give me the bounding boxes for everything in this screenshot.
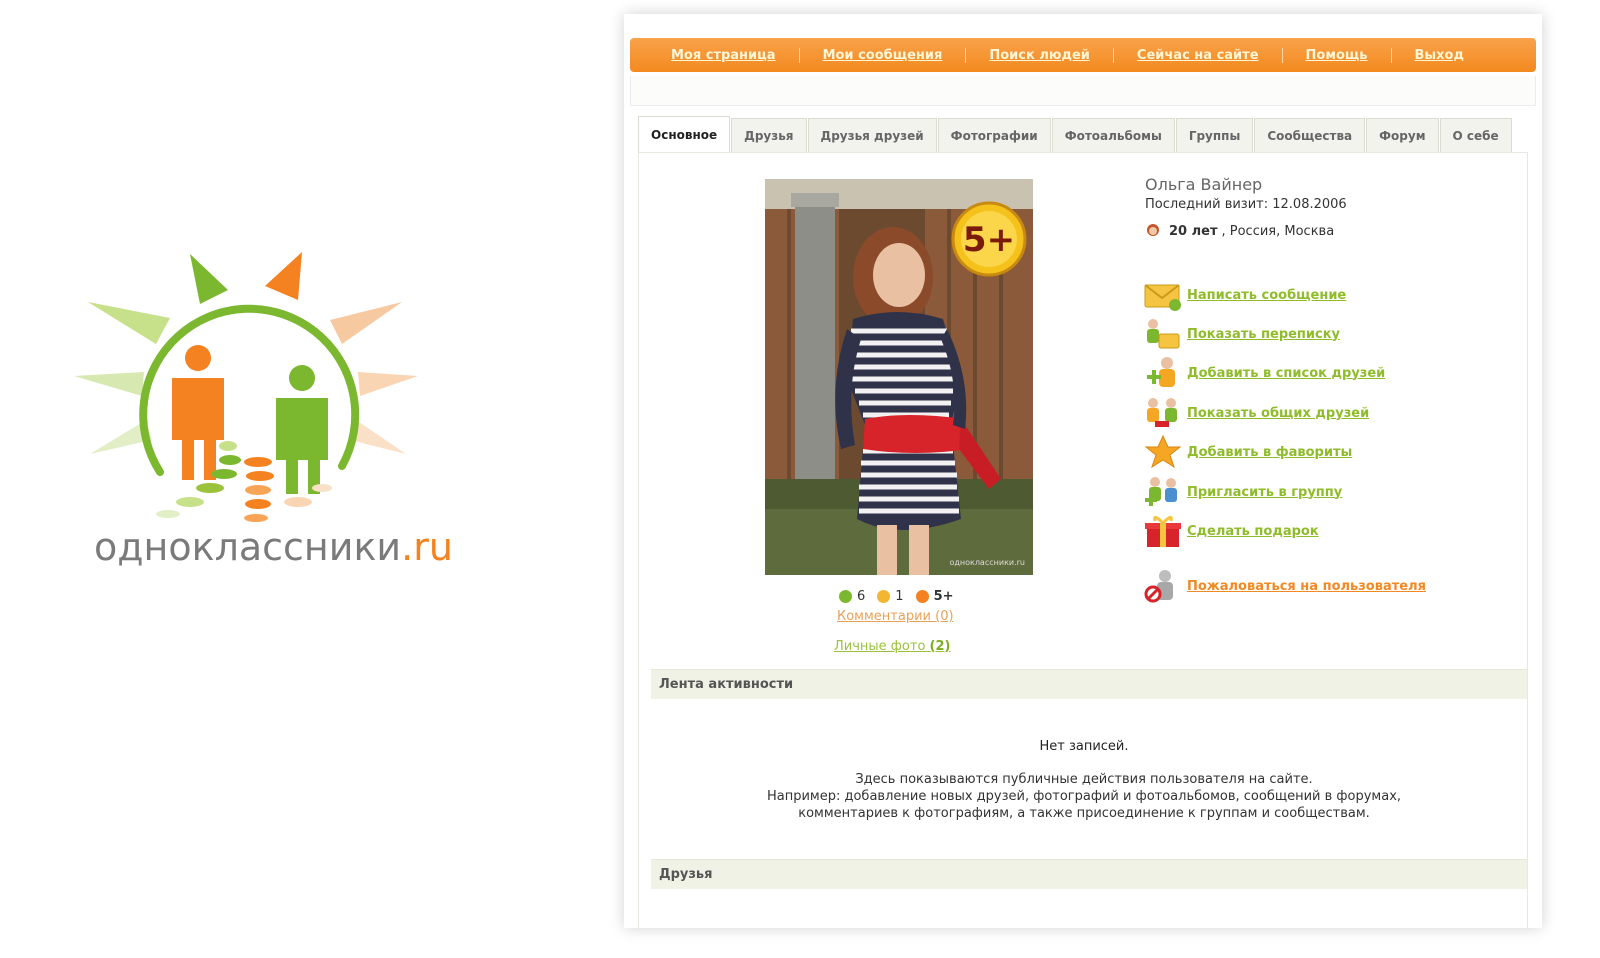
personal-photos-link[interactable]: Личные фото (2) [834,639,950,654]
tab-groups[interactable]: Группы [1175,118,1254,152]
age-location: 20 лет, Россия, Москва [1145,223,1334,239]
nav-people-search[interactable]: Поиск людей [966,47,1114,63]
tab-friends-of-friends[interactable]: Друзья друзей [807,118,937,152]
gift-icon [1145,516,1181,547]
comments-link[interactable]: Комментарии (0) [837,609,954,624]
profile-photo[interactable]: 5+ одноклассники.ru [765,179,1033,575]
logo-emblem-icon [74,252,418,522]
action-add-friend[interactable]: Добавить в список друзей [1143,355,1385,391]
profile-content: 5+ одноклассники.ru 6 1 5+ Комментарии (… [638,152,1528,928]
five-plus-rating-badge-icon: 5+ [951,201,1027,277]
conversation-icon [1147,319,1180,349]
friends-section-header: Друзья [651,859,1527,889]
profile-tabs: Основное Друзья Друзья друзей Фотографии… [638,116,1513,152]
invite-group-icon [1145,477,1177,506]
photo-ratings: 6 1 5+ [839,589,966,604]
nav-online-now[interactable]: Сейчас на сайте [1114,47,1283,63]
svg-text:5+: 5+ [963,220,1015,260]
activity-feed-header: Лента активности [651,669,1527,699]
action-invite-group[interactable]: Пригласить в группу [1143,474,1342,510]
rating-count-green: 6 [857,589,866,604]
female-user-icon [1147,224,1159,236]
star-icon [1144,434,1182,469]
last-visit: Последний визит: 12.08.2006 [1145,197,1347,212]
profile-page-screenshot: Моя страница Мои сообщения Поиск людей С… [624,14,1542,928]
action-mutual-friends[interactable]: Показать общих друзей [1143,395,1369,431]
top-navigation-bar: Моя страница Мои сообщения Поиск людей С… [630,38,1536,72]
action-show-conversation[interactable]: Показать переписку [1143,316,1340,352]
yellow-rating-icon [877,590,891,603]
photo-watermark: одноклассники.ru [949,558,1025,567]
add-friend-icon [1147,357,1175,387]
nav-logout[interactable]: Выход [1392,48,1487,63]
report-user-icon [1144,570,1173,603]
action-make-gift[interactable]: Сделать подарок [1143,513,1319,549]
tab-communities[interactable]: Сообщества [1254,118,1366,152]
green-rating-icon [839,590,852,603]
nav-my-page[interactable]: Моя страница [648,47,800,63]
tab-albums[interactable]: Фотоальбомы [1051,118,1175,152]
rating-count-orange: 5+ [933,589,954,604]
action-report-user[interactable]: Пожаловаться на пользователя [1143,568,1426,604]
envelope-icon [1144,284,1181,311]
tab-main[interactable]: Основное [638,116,731,152]
tab-friends[interactable]: Друзья [731,118,807,152]
action-add-favorites[interactable]: Добавить в фавориты [1143,434,1352,470]
user-name: Ольга Вайнер [1145,175,1263,194]
rating-count-yellow: 1 [895,589,904,604]
nav-help[interactable]: Помощь [1283,47,1392,63]
nav-my-messages[interactable]: Мои сообщения [800,47,967,63]
odnoklassniki-logo: одноклассники.ru [60,240,453,600]
activity-empty-text: Нет записей. [1039,739,1129,754]
mutual-friends-icon [1147,398,1177,427]
tab-about[interactable]: О себе [1439,118,1512,152]
activity-description: Здесь показываются публичные действия по… [766,772,1402,821]
orange-rating-icon [915,590,929,603]
tab-photos[interactable]: Фотографии [937,118,1051,152]
tab-forum[interactable]: Форум [1366,118,1439,152]
action-write-message[interactable]: Написать сообщение [1143,277,1346,313]
sub-header-bar [630,76,1536,106]
logo-wordmark: одноклассники.ru [94,525,453,569]
